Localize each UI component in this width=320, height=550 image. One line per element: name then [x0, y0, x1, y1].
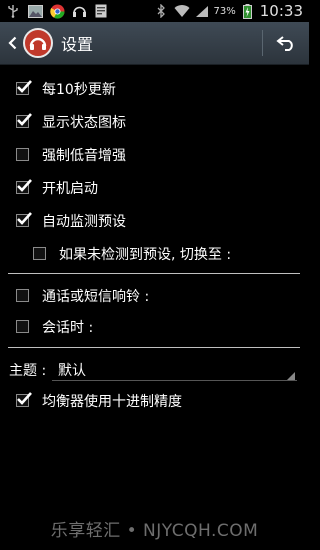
- image-icon: [27, 3, 43, 19]
- setting-label: 会话时 :: [42, 319, 94, 336]
- section-divider: [8, 347, 300, 348]
- clock: 10:33: [259, 2, 303, 20]
- checkbox-unchecked[interactable]: [33, 247, 46, 260]
- setting-label: 每10秒更新: [42, 81, 116, 98]
- setting-label: 显示状态图标: [42, 114, 126, 131]
- checkmark-icon: [17, 179, 32, 192]
- status-bar: 73% 10:33: [0, 0, 309, 22]
- checkmark-icon: [17, 392, 32, 405]
- setting-label: 开机启动: [42, 180, 98, 197]
- back-button[interactable]: [3, 22, 21, 64]
- checkbox-unchecked[interactable]: [16, 289, 29, 302]
- dropdown-arrow-icon[interactable]: [287, 372, 295, 380]
- chevron-left-icon: [7, 36, 16, 50]
- setting-label: 通话或短信响铃 :: [42, 288, 150, 305]
- checkbox-checked[interactable]: [16, 113, 32, 128]
- battery-percent: 73%: [213, 5, 236, 17]
- setting-start-on-boot[interactable]: 开机启动: [0, 171, 309, 204]
- app-logo[interactable]: [23, 28, 53, 58]
- checkbox-unchecked[interactable]: [16, 148, 29, 161]
- setting-call-sms-ring[interactable]: 通话或短信响铃 :: [0, 279, 309, 312]
- undo-icon: [276, 36, 293, 51]
- theme-label: 主题 :: [9, 363, 47, 379]
- theme-setting: 主题 : 默认: [0, 354, 309, 384]
- chrome-icon: [49, 3, 65, 19]
- setting-decimal-precision[interactable]: 均衡器使用十进制精度: [0, 384, 309, 417]
- setting-force-bass-boost[interactable]: 强制低音增强: [0, 138, 309, 171]
- wifi-icon: [174, 3, 190, 19]
- doc-icon: [93, 3, 109, 19]
- checkmark-icon: [17, 212, 32, 225]
- setting-label: 如果未检测到预设, 切换至 :: [59, 246, 232, 263]
- checkbox-checked[interactable]: [16, 179, 32, 194]
- checkbox-checked[interactable]: [16, 212, 32, 227]
- setting-label: 自动监测预设: [42, 213, 126, 230]
- setting-label: 强制低音增强: [42, 147, 126, 164]
- page-title: 设置: [61, 35, 94, 54]
- setting-show-status-icon[interactable]: 显示状态图标: [0, 105, 309, 138]
- setting-auto-detect-preset[interactable]: 自动监测预设: [0, 204, 309, 237]
- section-divider: [8, 273, 300, 274]
- bluetooth-icon: [154, 3, 170, 19]
- checkbox-unchecked[interactable]: [16, 320, 29, 333]
- setting-refresh-10s[interactable]: 每10秒更新: [0, 72, 309, 105]
- undo-button[interactable]: [263, 22, 309, 64]
- setting-label: 均衡器使用十进制精度: [42, 393, 182, 410]
- action-bar: 设置: [0, 22, 309, 65]
- dropdown-underline: [52, 380, 297, 381]
- watermark: 乐享轻汇 • NJYCQH.COM: [50, 521, 259, 541]
- setting-in-call[interactable]: 会话时 :: [0, 310, 309, 343]
- theme-dropdown[interactable]: 默认: [58, 360, 86, 380]
- setting-fallback-preset[interactable]: 如果未检测到预设, 切换至 :: [0, 237, 309, 270]
- checkbox-checked[interactable]: [16, 80, 32, 95]
- checkbox-checked[interactable]: [16, 392, 32, 407]
- usb-icon: [5, 3, 21, 19]
- battery-icon: [240, 3, 256, 19]
- checkmark-icon: [17, 80, 32, 93]
- headphones-logo-icon: [29, 37, 47, 50]
- signal-icon: [194, 3, 210, 19]
- checkmark-icon: [17, 113, 32, 126]
- headphones-icon: [71, 3, 87, 19]
